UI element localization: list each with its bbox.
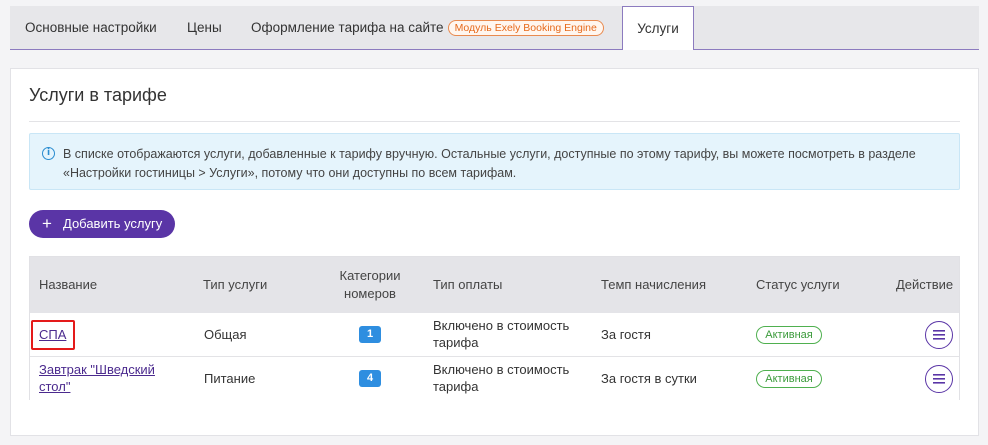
- service-type: Питание: [204, 371, 256, 386]
- status-badge: Активная: [756, 326, 822, 344]
- services-panel: Услуги в тарифе i В списке отображаются …: [10, 68, 979, 436]
- menu-icon: [933, 330, 945, 340]
- service-name-link[interactable]: Завтрак "Шведский стол": [39, 361, 179, 395]
- services-table: Название Тип услуги Категории номеров Ти…: [29, 256, 960, 401]
- header-rate: Темп начисления: [601, 277, 706, 292]
- table-header: Название Тип услуги Категории номеров Ти…: [30, 257, 959, 313]
- tab-prices[interactable]: Цены: [187, 6, 222, 49]
- add-service-button[interactable]: + Добавить услугу: [29, 210, 175, 238]
- tab-label: Услуги: [637, 21, 679, 36]
- table-row: СПА Общая 1 Включено в стоимость тарифа …: [30, 313, 959, 357]
- tab-label: Оформление тарифа на сайте: [251, 20, 444, 35]
- add-service-label: Добавить услугу: [63, 216, 163, 231]
- header-action: Действие: [896, 277, 954, 292]
- row-actions-button[interactable]: [925, 321, 953, 349]
- page-title: Услуги в тарифе: [29, 85, 167, 105]
- tab-label: Основные настройки: [25, 20, 157, 35]
- tab-label: Цены: [187, 20, 222, 35]
- service-name-link[interactable]: СПА: [39, 326, 66, 343]
- plus-icon: +: [42, 214, 52, 233]
- categories-count-badge: 1: [359, 326, 381, 343]
- header-payment: Тип оплаты: [433, 277, 503, 292]
- tab-services[interactable]: Услуги: [622, 6, 694, 50]
- info-icon: i: [42, 147, 55, 160]
- divider: [29, 121, 960, 122]
- header-status: Статус услуги: [756, 277, 840, 292]
- header-name: Название: [39, 277, 98, 292]
- info-notice: i В списке отображаются услуги, добавлен…: [29, 133, 960, 190]
- row-actions-button[interactable]: [925, 365, 953, 393]
- info-text: В списке отображаются услуги, добавленны…: [63, 147, 916, 180]
- payment-type: Включено в стоимость тарифа: [433, 318, 570, 350]
- payment-type: Включено в стоимость тарифа: [433, 362, 570, 394]
- menu-icon: [933, 374, 945, 384]
- tab-site-design[interactable]: Оформление тарифа на сайте Модуль Exely B…: [251, 6, 604, 49]
- header-type: Тип услуги: [203, 277, 268, 292]
- table-row: Завтрак "Шведский стол" Питание 4 Включе…: [30, 357, 959, 401]
- charge-rate: За гостя: [601, 327, 651, 342]
- categories-count-badge: 4: [359, 370, 381, 387]
- status-badge: Активная: [756, 370, 822, 388]
- tab-bar: Основные настройки Цены Оформление тариф…: [10, 6, 979, 50]
- charge-rate: За гостя в сутки: [601, 371, 697, 386]
- tab-main-settings[interactable]: Основные настройки: [25, 6, 157, 49]
- header-categories: Категории номеров: [339, 268, 401, 301]
- service-type: Общая: [204, 327, 247, 342]
- module-badge: Модуль Exely Booking Engine: [447, 20, 604, 36]
